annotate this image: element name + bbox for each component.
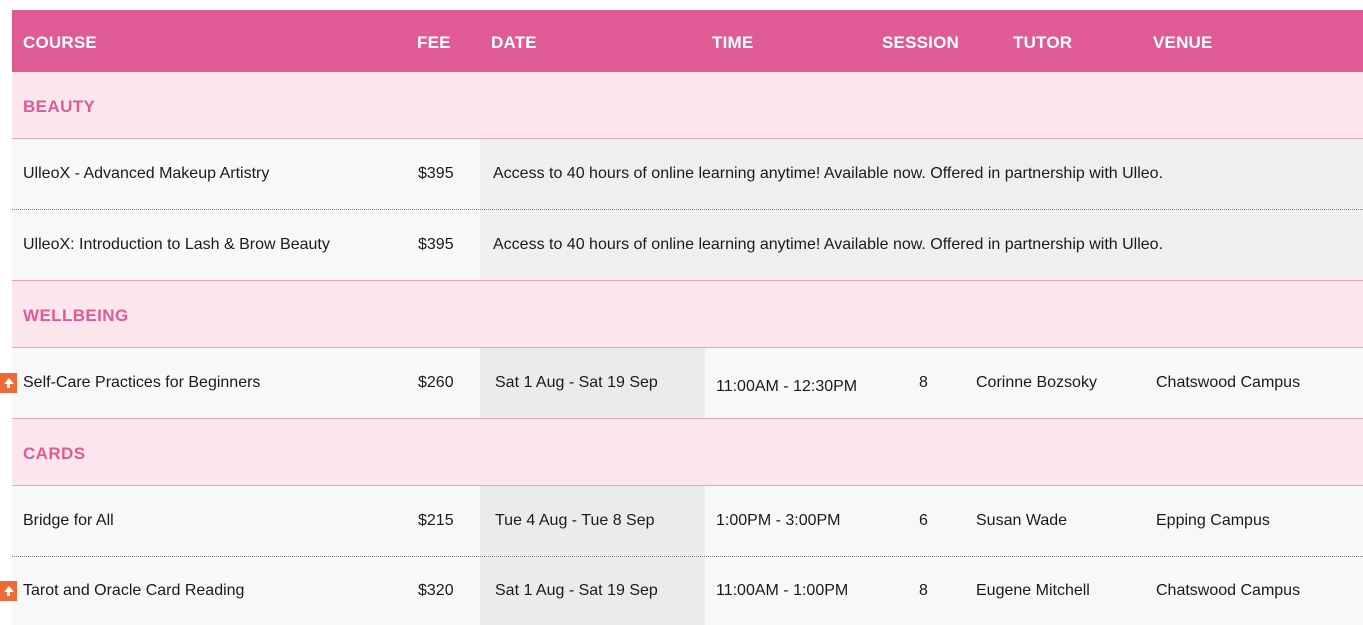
category-label: WELLBEING	[23, 306, 129, 325]
availability-note: Access to 40 hours of online learning an…	[493, 165, 1164, 182]
date-value: Tue 4 Aug - Tue 8 Sep	[495, 512, 655, 529]
category-row-cards: CARDS	[12, 419, 1363, 486]
col-header-course[interactable]: COURSE	[23, 10, 97, 72]
fee-value: $215	[418, 512, 454, 529]
course-table: COURSE FEE DATE TIME SESSION TUTOR VENUE…	[0, 10, 1363, 625]
table-row[interactable]: Bridge for All $215 Tue 4 Aug - Tue 8 Se…	[12, 486, 1363, 557]
session-value: 8	[919, 582, 928, 599]
tutor-value: Corinne Bozsoky	[976, 374, 1097, 391]
course-link[interactable]: Tarot and Oracle Card Reading	[23, 557, 244, 625]
col-header-session[interactable]: SESSION	[882, 10, 959, 72]
session-value: 8	[919, 374, 928, 391]
date-value: Sat 1 Aug - Sat 19 Sep	[495, 374, 658, 391]
category-label: CARDS	[23, 444, 86, 463]
table-row[interactable]: Self-Care Practices for Beginners $260 S…	[0, 348, 1363, 419]
tutor-value: Susan Wade	[976, 512, 1068, 529]
col-header-fee[interactable]: FEE	[417, 10, 451, 72]
arrow-up-icon[interactable]	[0, 373, 17, 393]
venue-value: Epping Campus	[1156, 512, 1270, 529]
course-link[interactable]: Bridge for All	[23, 486, 114, 556]
time-value: 11:00AM - 12:30PM	[716, 378, 858, 395]
table-row[interactable]: Tarot and Oracle Card Reading $320 Sat 1…	[0, 557, 1363, 625]
course-link[interactable]: UlleoX - Advanced Makeup Artistry	[23, 139, 269, 209]
session-value: 6	[919, 512, 928, 529]
course-link[interactable]: Self-Care Practices for Beginners	[23, 348, 260, 418]
fee-value: $320	[418, 582, 454, 599]
table-header: COURSE FEE DATE TIME SESSION TUTOR VENUE	[12, 10, 1363, 72]
tutor-value: Eugene Mitchell	[976, 582, 1090, 599]
category-row-beauty: BEAUTY	[12, 72, 1363, 139]
table-row[interactable]: UlleoX: Introduction to Lash & Brow Beau…	[12, 210, 1363, 281]
venue-value: Chatswood Campus	[1156, 582, 1301, 599]
col-header-time[interactable]: TIME	[712, 10, 753, 72]
fee-value: $395	[418, 236, 454, 253]
arrow-up-icon[interactable]	[0, 581, 17, 601]
time-value: 11:00AM - 1:00PM	[716, 582, 849, 599]
course-link[interactable]: UlleoX: Introduction to Lash & Brow Beau…	[23, 210, 330, 280]
availability-note: Access to 40 hours of online learning an…	[493, 236, 1164, 253]
venue-value: Chatswood Campus	[1156, 374, 1301, 391]
fee-value: $260	[418, 374, 454, 391]
time-value: 1:00PM - 3:00PM	[716, 512, 841, 529]
category-label: BEAUTY	[23, 97, 96, 116]
col-header-tutor[interactable]: TUTOR	[1013, 10, 1072, 72]
col-header-venue[interactable]: VENUE	[1153, 10, 1213, 72]
date-value: Sat 1 Aug - Sat 19 Sep	[495, 582, 658, 599]
category-row-wellbeing: WELLBEING	[12, 281, 1363, 348]
table-row[interactable]: UlleoX - Advanced Makeup Artistry $395 A…	[12, 139, 1363, 210]
fee-value: $395	[418, 165, 454, 182]
col-header-date[interactable]: DATE	[491, 10, 537, 72]
